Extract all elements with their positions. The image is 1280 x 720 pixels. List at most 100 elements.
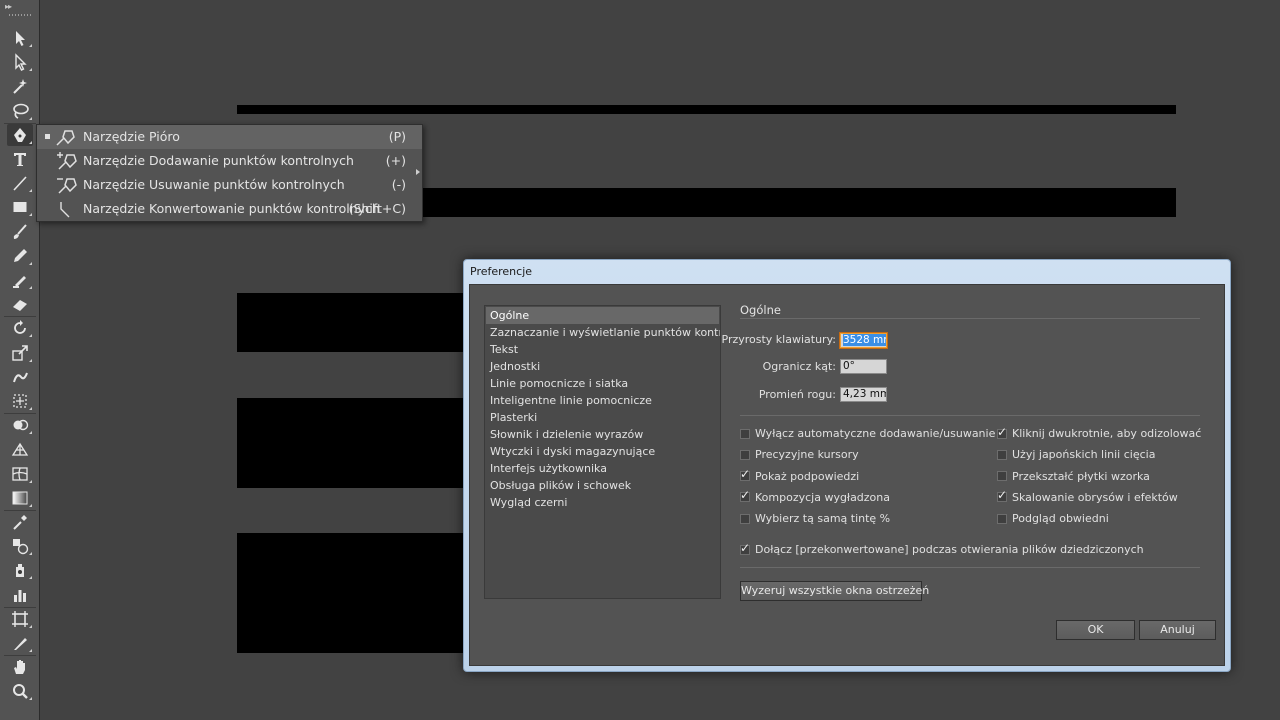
blob-brush-tool-button[interactable] [7,269,33,291]
category-item[interactable]: Interfejs użytkownika [486,460,719,477]
cancel-button[interactable]: Anuluj [1139,620,1216,640]
category-list[interactable]: Ogólne Zaznaczanie i wyświetlanie punktów… [484,305,721,599]
flyout-item-shortcut: (Shift+C) [348,201,406,216]
flyout-indicator [29,189,32,193]
magic-wand-tool-button[interactable] [7,75,33,97]
checkbox-option[interactable]: Podgląd obwiedni [997,512,1109,525]
direct-selection-tool-icon [15,53,27,72]
checkbox-option[interactable]: Precyzyjne kursory [740,448,859,461]
category-item[interactable]: Tekst [486,341,719,358]
checkbox-label: Użyj japońskich linii cięcia [1012,448,1156,462]
flyout-indicator [29,286,32,289]
category-item[interactable]: Wtyczki i dyski magazynujące [486,443,719,460]
checkbox-box[interactable] [997,425,1007,439]
eyedropper-tool-button[interactable] [7,511,33,533]
checkbox-option[interactable]: Pokaż podpowiedzi [740,467,859,483]
checkbox-box[interactable] [740,467,750,482]
checkbox-box[interactable] [997,471,1007,482]
checkbox-option[interactable]: Wybierz tą samą tintę % [740,512,890,525]
selection-tool-button[interactable] [7,27,33,49]
eraser-tool-icon [13,300,27,312]
rotate-tool-button[interactable] [7,317,33,339]
type-tool-button[interactable] [7,148,33,170]
hand-tool-button[interactable] [7,656,33,678]
section-title: Ogólne [740,303,781,317]
checkbox-box[interactable] [740,428,750,439]
category-item[interactable]: Zaznaczanie i wyświetlanie punktów kontr… [486,324,720,341]
checkbox-box[interactable] [740,541,750,555]
perspective-grid-tool-button[interactable] [7,438,33,460]
flyout-item[interactable]: Narzędzie Pióro (P) [37,125,422,149]
lasso-tool-button[interactable] [7,100,33,122]
checkbox-label: Podgląd obwiedni [1012,512,1109,526]
zoom-tool-button[interactable] [7,680,33,702]
flyout-indicator [29,552,32,556]
ok-button[interactable]: OK [1056,620,1135,640]
checkbox-option[interactable]: Wyłącz automatyczne dodawanie/usuwanie [740,427,995,440]
zoom-tool-icon [13,684,28,700]
pen-tool-button[interactable] [7,123,33,146]
flyout-item-shortcut: (-) [391,177,406,192]
rectangle-tool-button[interactable] [7,196,33,218]
category-item[interactable]: Inteligentne linie pomocnicze [486,392,719,409]
category-item[interactable]: Ogólne [486,307,719,324]
constrain-angle-input[interactable]: 0° [840,359,887,374]
category-item[interactable]: Plasterki [486,409,719,426]
free-transform-tool-button[interactable] [7,390,33,412]
tearoff-arrow-icon[interactable] [416,169,420,175]
checkbox-box[interactable] [997,488,1007,503]
keyboard-increment-input[interactable]: 3528 mm [839,332,888,349]
eyedropper-tool-icon [13,515,27,530]
scale-tool-button[interactable] [7,342,33,364]
rectangle-tool-icon [13,202,27,213]
flyout-item-label: Narzędzie Konwertowanie punktów kontroln… [83,201,380,216]
checkbox-label: Skalowanie obrysów i efektów [1012,490,1178,504]
flyout-item[interactable]: Narzędzie Konwertowanie punktów kontroln… [37,197,422,221]
checkbox-box[interactable] [740,488,750,503]
checkbox-option[interactable]: Kliknij dwukrotnie, aby odizolować [997,425,1201,440]
panel-grip[interactable] [9,14,31,16]
line-segment-tool-button[interactable] [7,172,33,194]
paintbrush-tool-button[interactable] [7,221,33,243]
flyout-item[interactable]: Narzędzie Dodawanie punktów kontrolnych (… [37,149,422,173]
checkbox-append-converted[interactable]: Dołącz [przekonwertowane] podczas otwier… [740,541,1144,556]
symbol-sprayer-tool-button[interactable] [7,559,33,581]
checkbox-box[interactable] [740,513,750,524]
checkbox-box[interactable] [997,513,1007,524]
flyout-indicator [29,68,32,72]
checkbox-option[interactable]: Użyj japońskich linii cięcia [997,448,1155,461]
checkbox-label: Przekształć płytki wzorka [1012,469,1150,483]
checkbox-label: Wyłącz automatyczne dodawanie/usuwanie [755,427,996,440]
warp-tool-button[interactable] [7,366,33,388]
checkbox-option[interactable]: Skalowanie obrysów i efektów [997,488,1178,504]
flyout-item[interactable]: Narzędzie Usuwanie punktów kontrolnych (-… [37,173,422,197]
checkbox-box[interactable] [997,449,1007,460]
artboard-tool-button[interactable] [7,608,33,630]
category-item[interactable]: Obsługa plików i schowek [486,477,719,494]
checkbox-option[interactable]: Przekształć płytki wzorka [997,470,1150,483]
panel-collapse-icon[interactable]: ▸▸ [5,2,12,11]
artwork-line-top[interactable] [237,105,1176,114]
corner-radius-input[interactable]: 4,23 mm [840,387,887,402]
gradient-tool-button[interactable] [7,487,33,509]
flyout-indicator [29,479,32,483]
category-item[interactable]: Wygląd czerni [486,494,719,511]
column-graph-tool-button[interactable] [7,584,33,606]
lasso-tool-icon [13,103,29,119]
reset-warnings-button[interactable]: Wyzeruj wszystkie okna ostrzeżeń [740,581,929,601]
blend-tool-button[interactable] [7,535,33,557]
pencil-tool-button[interactable] [7,245,33,267]
checkbox-box[interactable] [740,449,750,460]
shape-builder-tool-button[interactable] [7,414,33,436]
slice-tool-button[interactable] [7,632,33,654]
eraser-tool-button[interactable] [7,293,33,315]
category-item[interactable]: Linie pomocnicze i siatka [486,375,719,392]
mesh-tool-button[interactable] [7,463,33,485]
category-item[interactable]: Jednostki [486,358,719,375]
category-item[interactable]: Słownik i dzielenie wyrazów [486,426,719,443]
checkbox-option[interactable]: Kompozycja wygładzona [740,488,890,504]
flyout-indicator [29,431,32,435]
dialog-title: Preferencje [470,265,533,278]
direct-selection-tool-button[interactable] [7,51,33,73]
perspective-grid-tool-icon [11,443,29,457]
